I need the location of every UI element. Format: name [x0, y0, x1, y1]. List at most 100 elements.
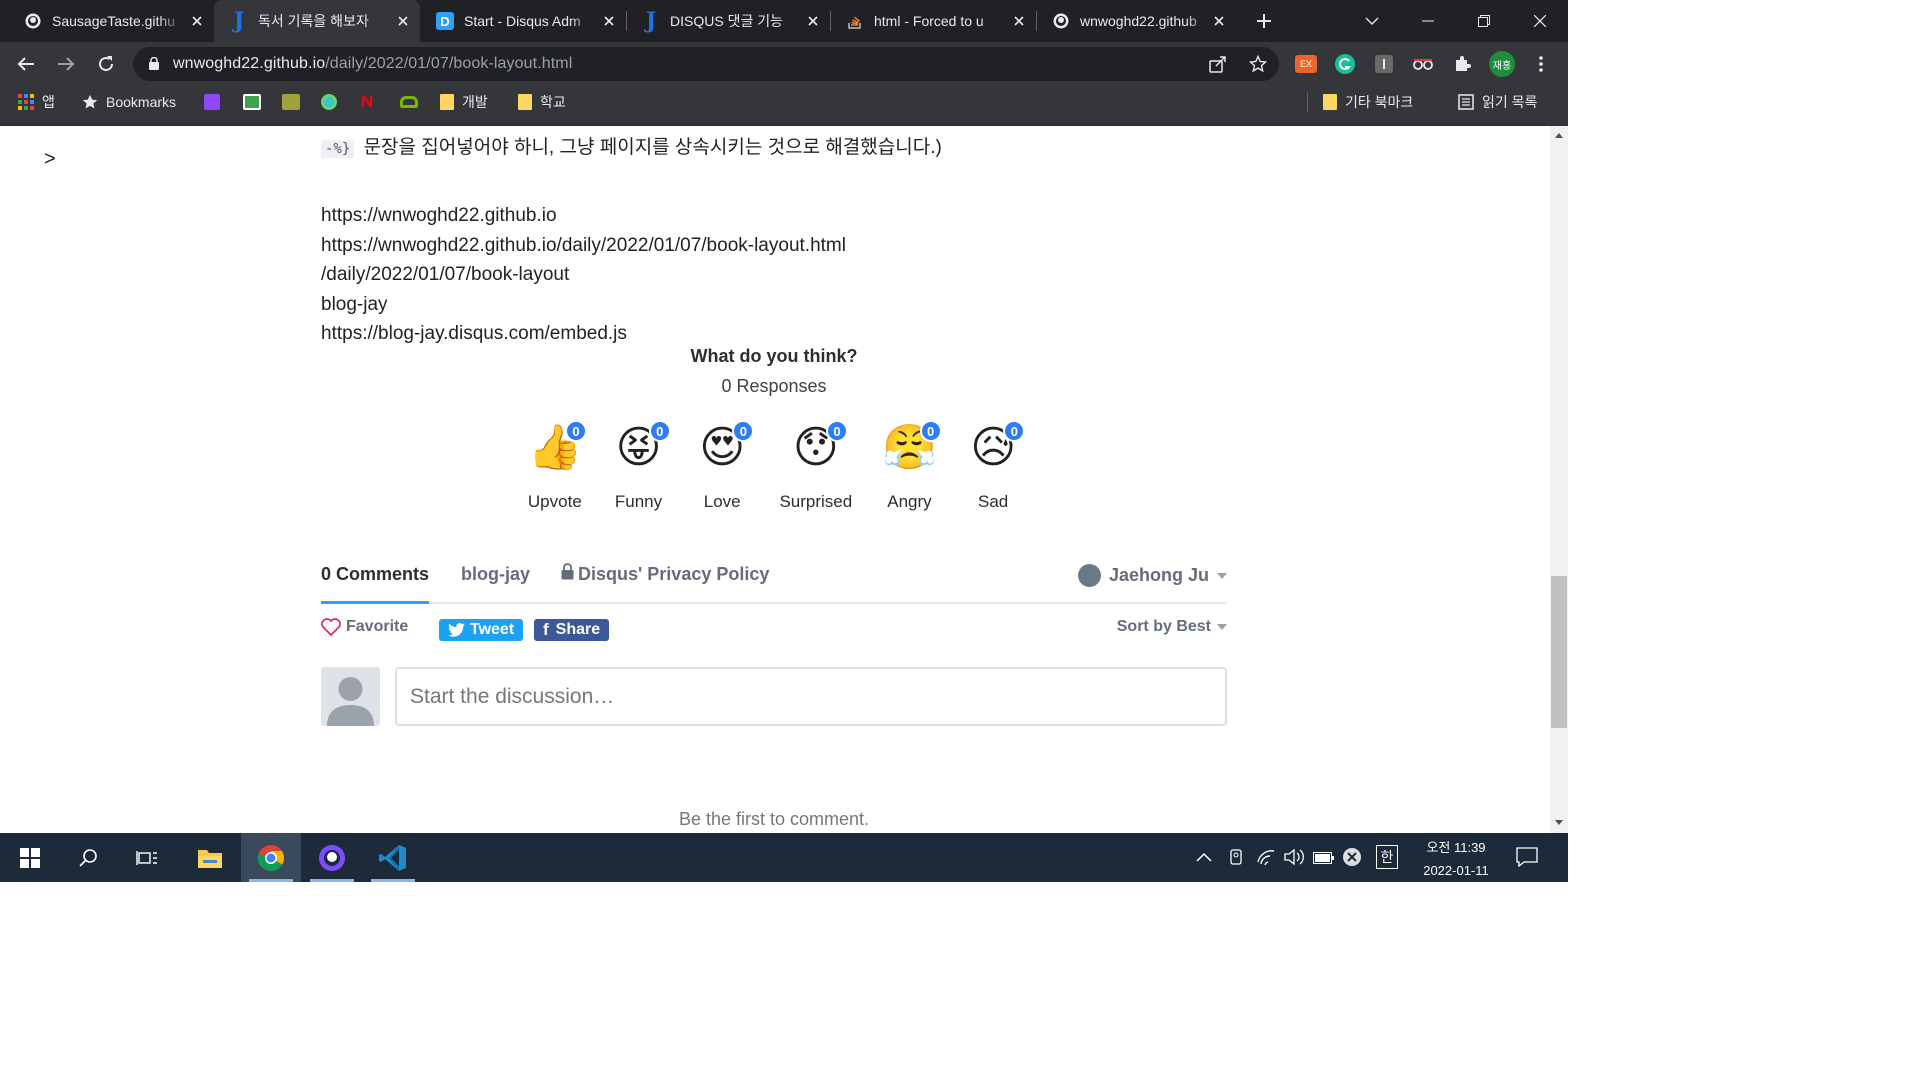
tab-sausagetaste[interactable]: SausageTaste.githu [8, 0, 214, 42]
ime-indicator[interactable]: 한 [1376, 845, 1398, 869]
github-desktop-icon [319, 844, 345, 871]
bookmarks-bar: 앱 Bookmarks N 개발 학교 기타 북마크 읽기 목록 [0, 86, 1568, 126]
tab-disqus-feature[interactable]: J DISQUS 댓글 기능 [626, 0, 830, 42]
ext-badge-label: EX [1295, 55, 1317, 73]
close-tab-icon[interactable] [188, 12, 206, 30]
reaction-funny[interactable]: 😝 0 Funny [597, 420, 681, 512]
folder-icon [1323, 94, 1337, 110]
tab-comments[interactable]: 0 Comments [321, 564, 430, 604]
reaction-sad[interactable]: 😥 0 Sad [951, 420, 1035, 512]
tweet-button[interactable]: Tweet [439, 619, 524, 641]
back-button[interactable] [12, 50, 40, 78]
page-scrollbar[interactable] [1550, 126, 1568, 833]
bookmark-site-3[interactable] [282, 86, 300, 118]
close-tab-icon[interactable] [804, 12, 822, 30]
reading-list[interactable]: 읽기 목록 [1458, 86, 1537, 118]
bookmark-folder-dev[interactable]: 개발 [440, 86, 488, 118]
grammarly-icon[interactable] [1333, 52, 1357, 76]
minimize-icon [1422, 20, 1434, 22]
reload-button[interactable] [92, 50, 120, 78]
bookmark-site-2[interactable] [243, 86, 261, 118]
close-window-button[interactable] [1512, 0, 1568, 42]
search-icon [79, 848, 97, 867]
extensions-puzzle-icon[interactable] [1450, 52, 1474, 76]
share-icon[interactable] [1209, 55, 1227, 78]
profile-avatar[interactable]: 재홍 [1488, 50, 1516, 78]
meet-now-icon[interactable] [1228, 848, 1244, 871]
tab-privacy[interactable]: Disqus' Privacy Policy [561, 563, 769, 585]
sort-label: Sort by Best [1116, 618, 1211, 635]
tray-chevron-up-icon[interactable] [1196, 849, 1212, 867]
close-tab-icon[interactable] [1210, 12, 1228, 30]
active-indicator [249, 879, 293, 882]
bookmark-nvidia[interactable] [400, 86, 418, 118]
bookmark-label: 기타 북마크 [1345, 94, 1414, 110]
address-bar[interactable]: wnwoghd22.github.io/daily/2022/01/07/boo… [133, 47, 1279, 81]
minimize-button[interactable] [1400, 0, 1456, 42]
close-tab-icon[interactable] [600, 12, 618, 30]
scroll-up-arrow-icon[interactable] [1555, 133, 1563, 138]
bookmark-twitch[interactable] [204, 86, 220, 118]
status-error-icon[interactable] [1342, 847, 1362, 872]
glasses-extension-icon[interactable] [1411, 52, 1435, 76]
close-tab-icon[interactable] [394, 12, 412, 30]
caret-down-icon [1217, 624, 1227, 630]
reactions-question: What do you think? [690, 346, 858, 366]
start-button[interactable] [0, 833, 60, 882]
bookmark-apps[interactable]: 앱 [18, 86, 55, 118]
comment-input[interactable]: Start the discussion… [395, 667, 1227, 726]
scroll-down-arrow-icon[interactable] [1555, 820, 1563, 825]
web-page: > -%} 문장을 집어넣어야 하니, 그냥 페이지를 상속시키는 것으로 해결… [0, 126, 1550, 833]
battery-icon[interactable] [1313, 851, 1335, 869]
windows-taskbar: 한 오전 11:39 2022-01-11 [0, 833, 1568, 882]
extension-i-icon[interactable] [1372, 52, 1396, 76]
kebab-menu-icon[interactable] [1529, 52, 1553, 76]
tab-community[interactable]: blog-jay [461, 564, 530, 585]
bookmark-site-4[interactable] [321, 86, 337, 118]
user-menu[interactable]: Jaehong Ju [1077, 564, 1227, 587]
reaction-upvote[interactable]: 👍 0 Upvote [513, 420, 597, 512]
close-tab-icon[interactable] [1010, 12, 1028, 30]
side-expand-arrow[interactable]: > [44, 148, 56, 171]
file-explorer-button[interactable] [180, 833, 240, 882]
reaction-love[interactable]: 😍 0 Love [680, 420, 764, 512]
bookmark-other[interactable]: 기타 북마크 [1323, 86, 1413, 118]
forward-button[interactable] [52, 50, 80, 78]
sort-dropdown[interactable]: Sort by Best [1117, 618, 1227, 636]
stackoverflow-icon [846, 12, 864, 30]
star-icon[interactable] [1248, 54, 1268, 78]
bookmark-label: Bookmarks [106, 94, 177, 110]
search-button[interactable] [59, 833, 119, 882]
bookmark-label: 개발 [462, 94, 488, 110]
github-desktop-button[interactable] [302, 833, 362, 882]
tab-stackoverflow[interactable]: html - Forced to u [830, 0, 1036, 42]
tab-wnwoghd22[interactable]: wnwoghd22.github [1036, 0, 1236, 42]
restore-button[interactable] [1456, 0, 1512, 42]
browser-toolbar: wnwoghd22.github.io/daily/2022/01/07/boo… [0, 42, 1568, 86]
extension-ex-icon[interactable]: EX [1294, 52, 1318, 76]
tab-active[interactable]: J 독서 기록을 해보자 [214, 0, 420, 42]
reaction-surprised[interactable]: 😯 0 Surprised [764, 420, 868, 512]
tab-search-button[interactable] [1344, 0, 1400, 42]
bookmark-bookmarks[interactable]: Bookmarks [82, 86, 176, 118]
facebook-share-button[interactable]: f Share [534, 619, 610, 641]
clock[interactable]: 오전 11:39 2022-01-11 [1408, 838, 1504, 881]
new-tab-button[interactable] [1238, 0, 1290, 42]
user-name: Jaehong Ju [1108, 565, 1209, 585]
vscode-button[interactable] [363, 833, 423, 882]
bookmark-folder-school[interactable]: 학교 [518, 86, 566, 118]
scrollbar-thumb[interactable] [1551, 576, 1567, 728]
windows-logo-icon [20, 847, 40, 868]
favorite-button[interactable]: Favorite [321, 618, 408, 636]
tab-title: wnwoghd22.github [1080, 13, 1197, 29]
wifi-icon[interactable] [1256, 848, 1276, 871]
reaction-angry[interactable]: 😤 0 Angry [868, 420, 952, 512]
volume-icon[interactable] [1284, 848, 1304, 871]
bookmark-netflix[interactable]: N [361, 86, 373, 118]
chrome-taskbar-button[interactable] [241, 833, 301, 882]
task-view-button[interactable] [117, 833, 177, 882]
notification-icon[interactable] [1516, 847, 1538, 872]
reaction-count-badge: 0 [565, 420, 588, 442]
tab-disqus-admin[interactable]: D Start - Disqus Adm [420, 0, 626, 42]
reaction-count-badge: 0 [648, 420, 671, 442]
